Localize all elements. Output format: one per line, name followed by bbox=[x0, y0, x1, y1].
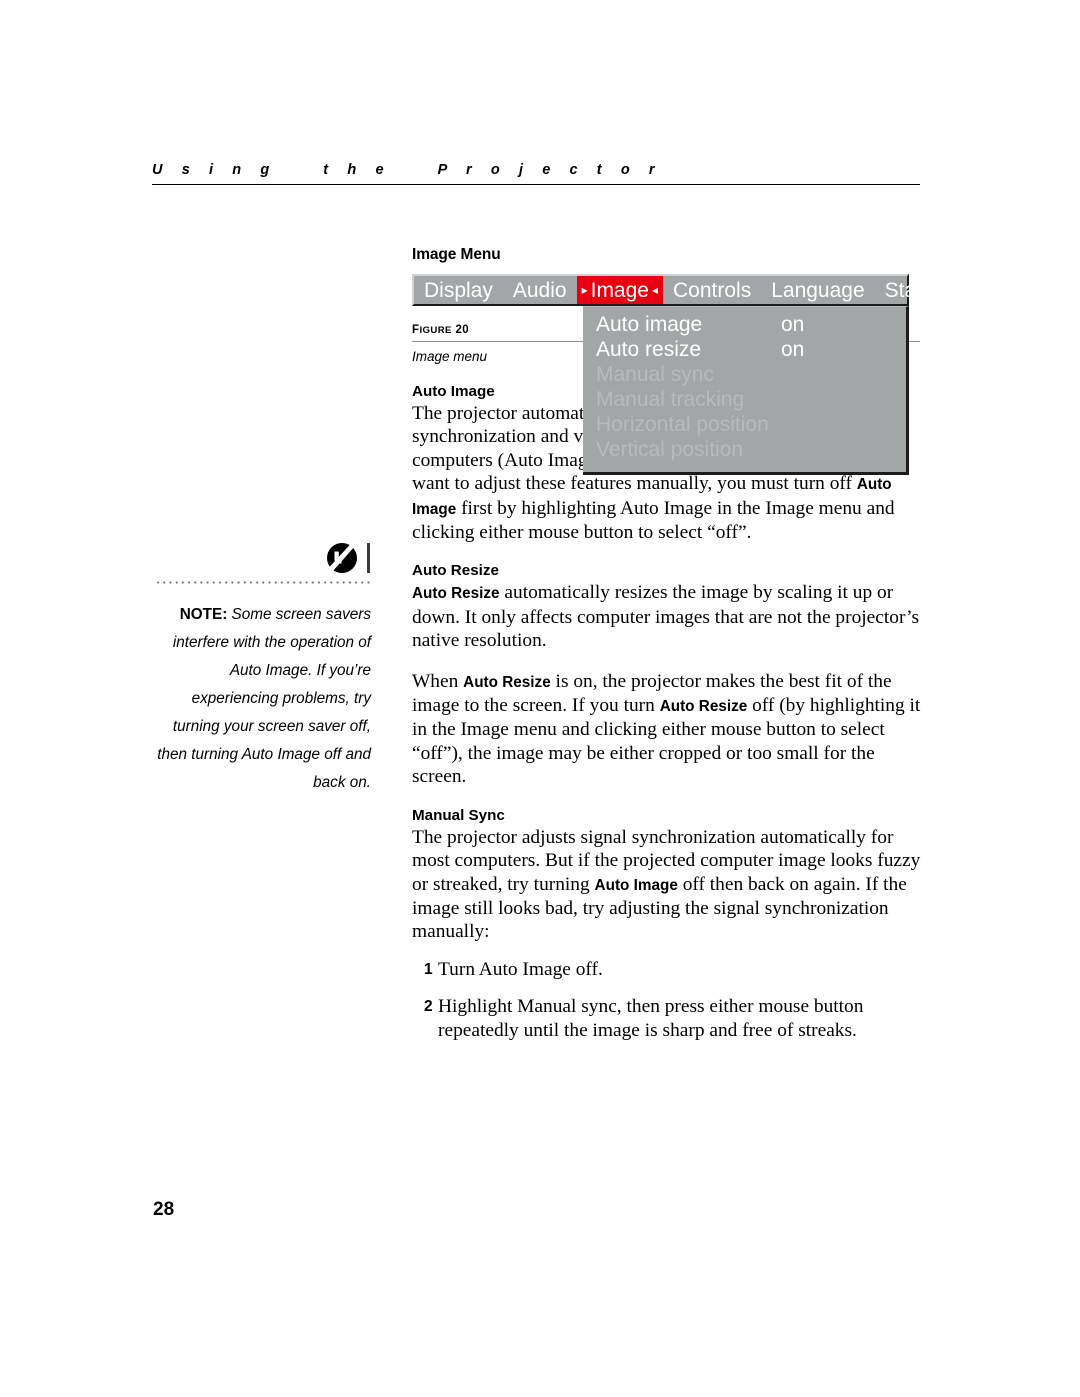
manual-sync-section: Manual Sync The projector adjusts signal… bbox=[412, 806, 922, 1042]
auto-resize-heading: Auto Resize bbox=[412, 562, 499, 580]
auto-resize-emphasis-2: Auto Resize bbox=[463, 673, 551, 691]
osd-tab-image[interactable]: ▸ Image ◂ bbox=[576, 276, 664, 304]
auto-image-text-b: first by highlighting Auto Image in the … bbox=[412, 497, 895, 544]
osd-tab-language[interactable]: Language bbox=[761, 276, 874, 304]
page-title: Image Menu bbox=[412, 246, 501, 263]
osd-tab-display-label: Display bbox=[424, 278, 493, 302]
running-head: U s i n g t h e P r o j e c t o r bbox=[152, 162, 920, 185]
note-logo-row bbox=[155, 540, 371, 576]
step-text: Highlight Manual sync, then press either… bbox=[438, 996, 864, 1041]
auto-resize-emphasis-1: Auto Resize bbox=[412, 585, 500, 603]
running-head-rule bbox=[152, 184, 920, 185]
figure-label-rest: IGURE bbox=[419, 325, 452, 336]
osd-item-vertical-position: Vertical position bbox=[583, 437, 906, 462]
osd-tab-controls[interactable]: Controls bbox=[663, 276, 761, 304]
page-number: 28 bbox=[153, 1199, 175, 1220]
note-prefix: NOTE: bbox=[179, 606, 228, 623]
osd-item-manual-sync: Manual sync bbox=[583, 362, 906, 387]
osd-tab-status[interactable]: Status bbox=[875, 276, 955, 304]
osd-tab-controls-label: Controls bbox=[673, 278, 752, 302]
auto-resize-paragraph-2: When Auto Resize is on, the projector ma… bbox=[412, 670, 922, 789]
note-sidebar: NOTE: Some screen savers interfere with … bbox=[155, 540, 371, 797]
osd-tab-language-label: Language bbox=[771, 278, 865, 302]
list-item: 1 Turn Auto Image off. bbox=[412, 958, 922, 981]
step-number: 2 bbox=[424, 998, 433, 1016]
note-logo-divider bbox=[367, 543, 370, 573]
osd-item-auto-resize-label: Auto resize bbox=[596, 338, 702, 361]
osd-item-vertical-position-label: Vertical position bbox=[596, 438, 744, 461]
osd-tab-display[interactable]: Display bbox=[414, 276, 503, 304]
osd-tab-status-label: Status bbox=[884, 278, 945, 302]
step-number: 1 bbox=[424, 960, 433, 978]
manual-sync-heading: Manual Sync bbox=[412, 806, 505, 824]
auto-resize-paragraph-1: Auto Resize automatically resizes the im… bbox=[412, 581, 922, 652]
infocus-logo-icon bbox=[327, 543, 357, 573]
osd-item-horizontal-position-label: Horizontal position bbox=[596, 413, 769, 436]
osd-dropdown-panel: Auto image on Auto resize on Manual sync… bbox=[583, 306, 909, 475]
osd-item-auto-resize-value: on bbox=[781, 338, 805, 361]
note-body: Some screen savers interfere with the op… bbox=[157, 606, 371, 791]
osd-item-manual-sync-label: Manual sync bbox=[596, 363, 714, 386]
manual-sync-emphasis: Auto Image bbox=[594, 876, 678, 894]
step-text: Turn Auto Image off. bbox=[438, 958, 603, 980]
osd-item-auto-resize[interactable]: Auto resize on bbox=[583, 337, 906, 362]
osd-item-horizontal-position: Horizontal position bbox=[583, 412, 906, 437]
osd-item-auto-image-value: on bbox=[781, 313, 805, 336]
osd-item-auto-image-label: Auto image bbox=[596, 313, 703, 336]
main-content-column: Image Menu Display Audio ▸ Image ◂ Contr… bbox=[412, 246, 944, 1042]
figure-number: 20 bbox=[455, 324, 470, 336]
osd-item-manual-tracking-label: Manual tracking bbox=[596, 388, 745, 411]
list-item: 2 Highlight Manual sync, then press eith… bbox=[412, 995, 922, 1042]
osd-tab-audio-label: Audio bbox=[512, 278, 567, 302]
osd-item-manual-tracking: Manual tracking bbox=[583, 387, 906, 412]
auto-resize-emphasis-3: Auto Resize bbox=[659, 698, 748, 716]
osd-tab-image-label: Image bbox=[590, 278, 649, 302]
arrow-right-icon: ▸ bbox=[581, 283, 588, 297]
osd-tab-bar: Display Audio ▸ Image ◂ Controls Languag… bbox=[412, 274, 944, 306]
auto-resize-text-2a: When bbox=[412, 670, 464, 692]
osd-item-auto-image[interactable]: Auto image on bbox=[583, 312, 906, 337]
osd-menu-figure: Display Audio ▸ Image ◂ Controls Languag… bbox=[412, 274, 944, 475]
running-head-text: U s i n g t h e P r o j e c t o r bbox=[152, 162, 663, 178]
auto-resize-section: Auto Resize Auto Resize automatically re… bbox=[412, 561, 922, 788]
note-text: NOTE: Some screen savers interfere with … bbox=[155, 584, 371, 797]
osd-tab-audio[interactable]: Audio bbox=[503, 276, 577, 304]
arrow-left-icon: ◂ bbox=[651, 283, 659, 297]
manual-sync-paragraph: The projector adjusts signal synchroniza… bbox=[412, 826, 922, 944]
